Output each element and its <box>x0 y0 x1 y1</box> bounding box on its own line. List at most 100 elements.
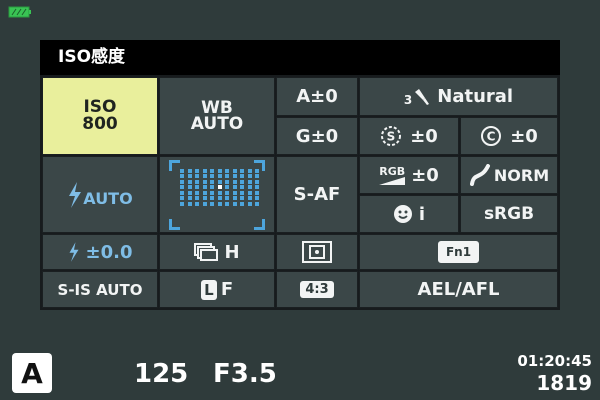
af-target-setting[interactable] <box>159 156 275 233</box>
flash-compensation-setting[interactable]: ±0.0 <box>42 234 158 270</box>
af-point <box>232 174 237 178</box>
af-point <box>210 201 214 206</box>
af-point <box>232 190 237 195</box>
iso-setting[interactable]: ISO 800 <box>42 77 158 155</box>
af-point <box>210 190 214 195</box>
face-priority-setting[interactable]: i <box>359 195 459 233</box>
metering-setting[interactable] <box>276 234 358 270</box>
sharpness-setting[interactable]: S ±0 <box>359 117 459 155</box>
iso-value: 800 <box>82 114 118 134</box>
ael-afl-setting[interactable]: AEL/AFL <box>359 271 558 308</box>
color-space-setting[interactable]: sRGB <box>460 195 558 233</box>
clock-time: 01:20:45 <box>517 352 592 370</box>
af-point <box>255 179 259 184</box>
af-point <box>255 185 259 189</box>
af-point <box>225 179 229 184</box>
gradation-curve-icon <box>469 164 490 186</box>
af-point <box>210 196 214 200</box>
aspect-ratio-setting[interactable]: 4:3 <box>276 271 358 308</box>
flash-icon <box>69 181 82 208</box>
af-point <box>232 185 237 189</box>
sequential-drive-icon <box>194 243 219 261</box>
wb-g-adjust[interactable]: G±0 <box>276 117 358 155</box>
sharpness-value: ±0 <box>410 125 438 147</box>
af-point <box>202 201 207 206</box>
af-point <box>240 201 244 206</box>
af-point <box>195 174 199 178</box>
af-point <box>225 185 229 189</box>
svg-text:S: S <box>387 130 396 144</box>
af-point <box>240 196 244 200</box>
af-point <box>217 174 222 178</box>
af-point <box>247 196 252 200</box>
af-point <box>232 179 237 184</box>
af-point <box>187 196 192 200</box>
drive-mode-setting[interactable]: H <box>159 234 275 270</box>
af-point <box>232 168 237 173</box>
wb-a-adjust[interactable]: A±0 <box>276 77 358 116</box>
af-point <box>240 174 244 178</box>
wb-mode: AUTO <box>190 114 244 134</box>
af-point <box>225 174 229 178</box>
flash-mode-setting[interactable]: AUTO <box>42 156 158 233</box>
drive-mode-value: H <box>224 241 240 263</box>
af-target-grid <box>169 159 265 230</box>
af-point <box>180 174 184 178</box>
quality-l-icon: L <box>200 279 217 300</box>
af-point <box>180 196 184 200</box>
image-quality-compression: F <box>220 279 234 300</box>
contrast-value: ±0 <box>510 125 538 147</box>
af-point <box>247 168 252 173</box>
saturation-value: ±0 <box>411 164 439 186</box>
af-point <box>180 179 184 184</box>
af-point <box>240 190 244 195</box>
sharpness-s-icon: S <box>381 126 402 146</box>
saturation-rgb-icon: RGB <box>379 166 406 185</box>
af-point <box>202 179 207 184</box>
contrast-setting[interactable]: C ±0 <box>460 117 558 155</box>
af-point <box>225 201 229 206</box>
af-point <box>217 196 222 200</box>
flash-compensation-value: ±0.0 <box>85 241 133 263</box>
af-mode-setting[interactable]: S-AF <box>276 156 358 233</box>
shutter-speed: 125 <box>134 359 189 389</box>
af-point <box>247 179 252 184</box>
af-point <box>195 196 199 200</box>
flash-mode-value: AUTO <box>83 189 133 208</box>
face-priority-value: i <box>418 203 426 225</box>
af-point <box>255 196 259 200</box>
af-point <box>255 174 259 178</box>
saturation-setting[interactable]: RGB ±0 <box>359 156 459 194</box>
af-point <box>255 201 259 206</box>
af-point <box>217 185 222 189</box>
image-stabilizer-setting[interactable]: S-IS AUTO <box>42 271 158 308</box>
picture-mode-setting[interactable]: 3 Natural <box>359 77 558 116</box>
af-point <box>180 185 184 189</box>
af-point <box>225 190 229 195</box>
af-point <box>240 179 244 184</box>
af-point <box>232 196 237 200</box>
gradation-value: NORM <box>493 165 550 185</box>
af-point <box>247 185 252 189</box>
af-point <box>240 185 244 189</box>
af-point <box>195 190 199 195</box>
white-balance-setting[interactable]: WB AUTO <box>159 77 275 155</box>
shooting-mode-badge: A <box>12 353 52 393</box>
af-point <box>202 174 207 178</box>
af-point <box>217 168 222 173</box>
af-point <box>187 185 192 189</box>
af-point <box>217 201 222 206</box>
af-point <box>217 179 222 184</box>
af-point <box>180 190 184 195</box>
af-point <box>187 174 192 178</box>
fn-button-setting[interactable]: Fn1 <box>359 234 558 270</box>
af-point <box>210 185 214 189</box>
af-point <box>217 190 222 195</box>
contrast-c-icon: C <box>481 126 502 146</box>
af-point <box>240 168 244 173</box>
image-quality-setting[interactable]: L F <box>159 271 275 308</box>
gradation-setting[interactable]: NORM <box>460 156 558 194</box>
aspect-ratio-value: 4:3 <box>300 281 334 298</box>
af-point <box>232 201 237 206</box>
metering-icon <box>302 241 332 263</box>
